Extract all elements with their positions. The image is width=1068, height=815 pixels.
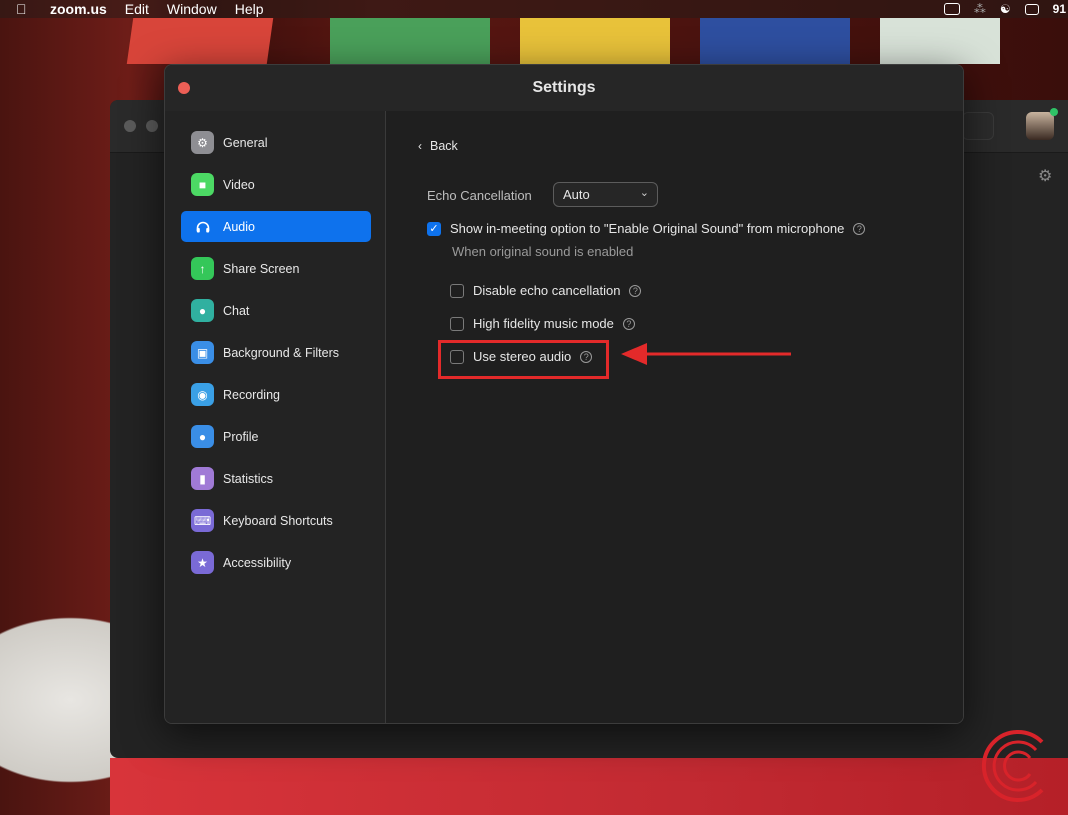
keyboard-input-icon[interactable] — [1024, 3, 1039, 15]
sidebar-item-label: Statistics — [223, 471, 274, 486]
echo-cancellation-value: Auto — [563, 187, 590, 202]
avatar[interactable] — [1026, 108, 1058, 140]
original-sound-checkbox[interactable]: ✓ — [427, 221, 441, 236]
menu-window[interactable]: Window — [167, 1, 217, 17]
video-camera-icon: ■ — [191, 173, 214, 196]
help-icon[interactable]: ? — [622, 317, 635, 330]
wallpaper-block-yellow — [520, 18, 670, 64]
keyboard-icon: ⌨ — [191, 509, 214, 532]
original-sound-label[interactable]: Show in-meeting option to "Enable Origin… — [450, 221, 844, 236]
main-window-traffic-lights — [124, 120, 158, 132]
sidebar-item-label: Accessibility — [223, 555, 292, 570]
headphones-icon — [191, 215, 214, 238]
chat-bubble-icon: ● — [191, 299, 214, 322]
original-sound-subheading: When original sound is enabled — [452, 244, 634, 259]
menu-bar-status: ⁂ ☯ 91 — [943, 0, 1068, 18]
help-icon[interactable]: ? — [853, 222, 866, 235]
chevron-left-icon: ‹ — [418, 139, 422, 153]
back-label: Back — [430, 139, 458, 153]
sidebar-item-label: Recording — [223, 387, 280, 402]
apple-icon[interactable]:  — [16, 1, 32, 17]
back-button[interactable]: ‹ Back — [418, 139, 458, 153]
disable-echo-cancellation-checkbox[interactable] — [450, 283, 464, 298]
main-window-minimize-button[interactable] — [146, 120, 158, 132]
main-window-search[interactable] — [962, 112, 994, 140]
settings-content: ‹ Back Echo Cancellation Auto ⌄ ✓ Show i… — [386, 111, 963, 723]
wallpaper-shirt — [110, 758, 1068, 815]
zoom-status-icon[interactable] — [943, 3, 960, 15]
recording-icon: ◉ — [191, 383, 214, 406]
sidebar-item-label: Keyboard Shortcuts — [223, 513, 333, 528]
menu-edit[interactable]: Edit — [125, 1, 149, 17]
sidebar-item-chat[interactable]: ● Chat — [181, 295, 371, 326]
high-fidelity-music-option: High fidelity music mode ? — [450, 316, 635, 331]
gear-icon: ⚙ — [191, 131, 214, 154]
wifi-icon[interactable]: ☯ — [1000, 2, 1011, 16]
menu-help[interactable]: Help — [235, 1, 264, 17]
wallpaper-block-green — [330, 18, 490, 64]
sidebar-item-general[interactable]: ⚙ General — [181, 127, 371, 158]
watermark-logo-icon — [982, 730, 1044, 802]
disable-echo-cancellation-label[interactable]: Disable echo cancellation — [473, 283, 620, 298]
chevron-down-icon: ⌄ — [639, 187, 649, 199]
sidebar-item-background-filters[interactable]: ▣ Background & Filters — [181, 337, 371, 368]
wallpaper-block-red — [126, 18, 274, 64]
annotation-highlight-box — [438, 340, 609, 379]
high-fidelity-music-label[interactable]: High fidelity music mode — [473, 316, 614, 331]
echo-cancellation-label: Echo Cancellation — [427, 188, 532, 203]
wallpaper-block-blue — [700, 18, 850, 64]
settings-window: Settings ⚙ General ■ Video Audio ↑ Share… — [164, 64, 964, 724]
menu-bar:  zoom.us Edit Window Help ⁂ ☯ 91 — [0, 0, 1068, 18]
high-fidelity-music-checkbox[interactable] — [450, 316, 464, 331]
statistics-icon: ▮ — [191, 467, 214, 490]
sidebar-item-label: Background & Filters — [223, 345, 340, 360]
annotation-arrow-icon — [621, 343, 791, 365]
sidebar-item-accessibility[interactable]: ★ Accessibility — [181, 547, 371, 578]
bluetooth-icon[interactable]: ⁂ — [974, 2, 986, 16]
sidebar-item-label: Chat — [223, 303, 250, 318]
sidebar-item-share-screen[interactable]: ↑ Share Screen — [181, 253, 371, 284]
sidebar-item-audio[interactable]: Audio — [181, 211, 371, 242]
settings-titlebar: Settings — [165, 65, 963, 112]
menu-app-name[interactable]: zoom.us — [50, 1, 107, 17]
sidebar-item-label: Profile — [223, 429, 259, 444]
sidebar-item-statistics[interactable]: ▮ Statistics — [181, 463, 371, 494]
sidebar-item-video[interactable]: ■ Video — [181, 169, 371, 200]
sidebar-item-label: Audio — [223, 219, 255, 234]
original-sound-option: ✓ Show in-meeting option to "Enable Orig… — [427, 221, 866, 236]
gear-icon[interactable]: ⚙ — [1038, 166, 1052, 186]
sidebar-item-label: Video — [223, 177, 255, 192]
sidebar-item-profile[interactable]: ● Profile — [181, 421, 371, 452]
help-icon[interactable]: ? — [629, 284, 642, 297]
sidebar-item-label: General — [223, 135, 268, 150]
echo-cancellation-select[interactable]: Auto ⌄ — [553, 182, 658, 207]
share-screen-icon: ↑ — [191, 257, 214, 280]
profile-icon: ● — [191, 425, 214, 448]
disable-echo-cancellation-option: Disable echo cancellation ? — [450, 283, 642, 298]
page-title: Settings — [532, 79, 596, 96]
sidebar-item-keyboard-shortcuts[interactable]: ⌨ Keyboard Shortcuts — [181, 505, 371, 536]
settings-sidebar: ⚙ General ■ Video Audio ↑ Share Screen ●… — [165, 111, 386, 723]
sidebar-item-recording[interactable]: ◉ Recording — [181, 379, 371, 410]
sidebar-item-label: Share Screen — [223, 261, 300, 276]
online-status-dot — [1050, 108, 1058, 116]
battery-percentage[interactable]: 91 — [1053, 2, 1066, 16]
wallpaper-block-white — [880, 18, 1000, 64]
accessibility-icon: ★ — [191, 551, 214, 574]
background-icon: ▣ — [191, 341, 214, 364]
main-window-close-button[interactable] — [124, 120, 136, 132]
